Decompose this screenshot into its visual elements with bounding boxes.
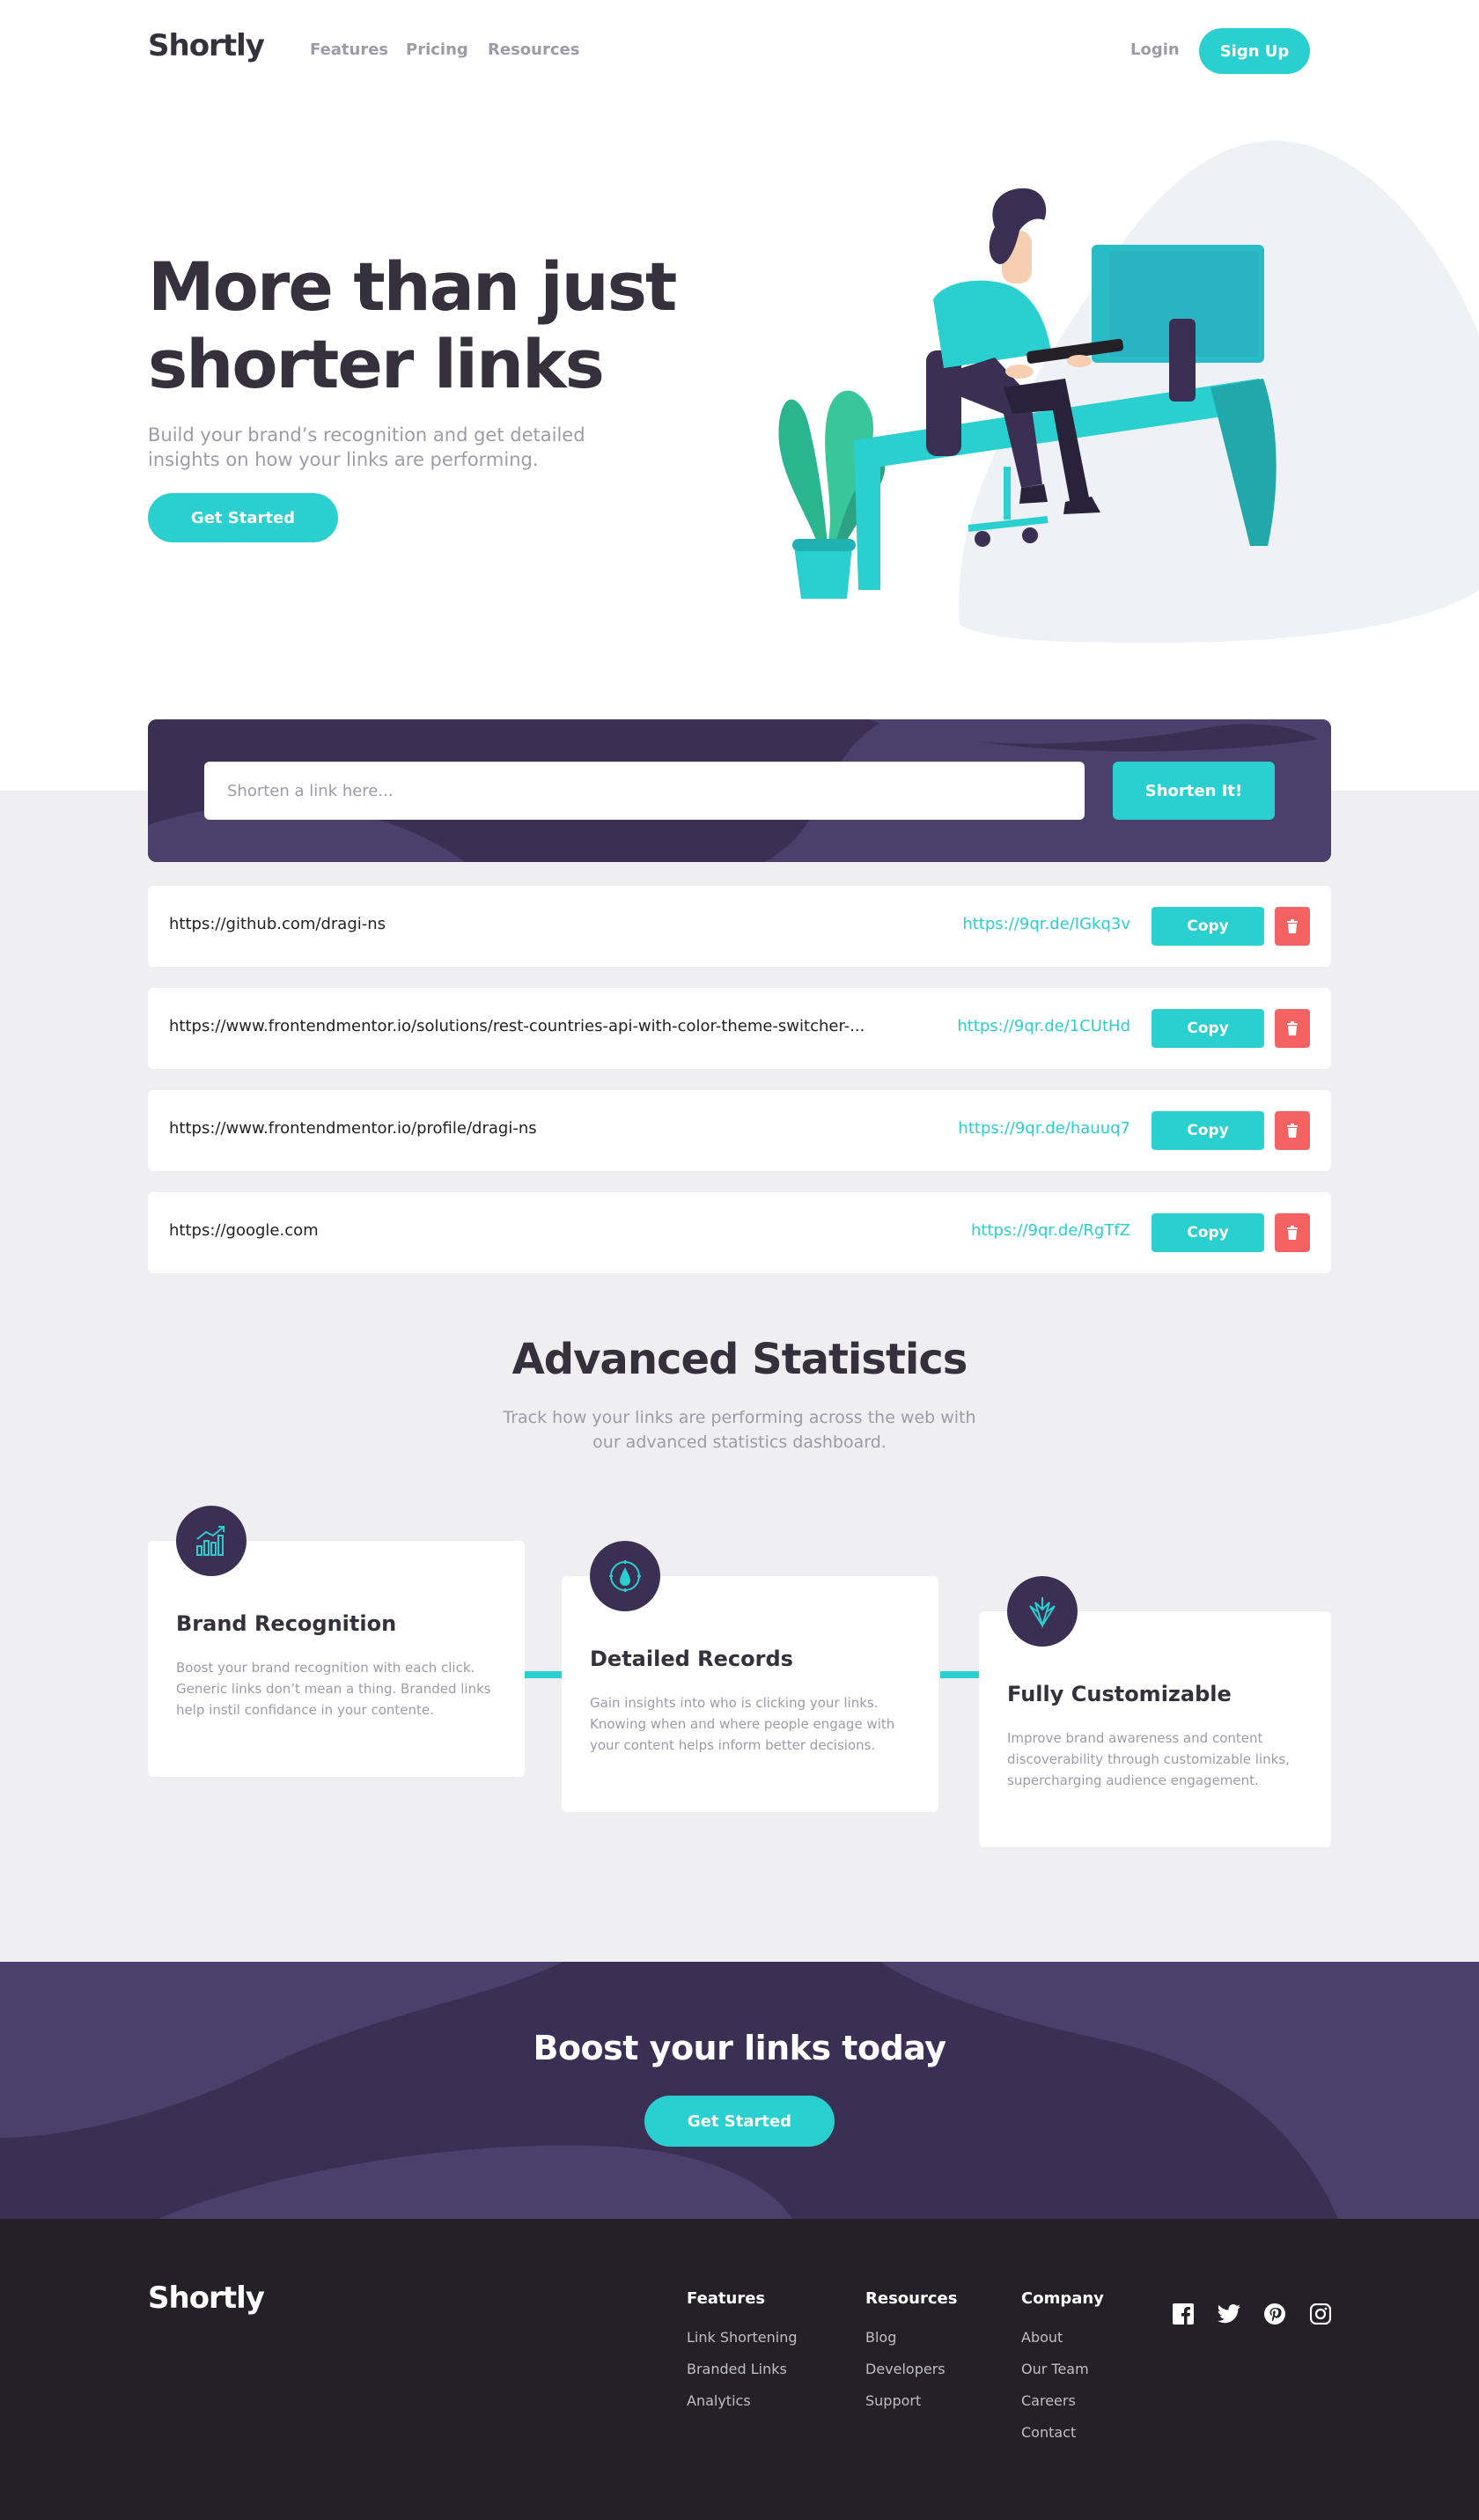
card-text: Gain insights into who is clicking your … xyxy=(590,1695,895,1753)
short-url[interactable]: https://9qr.de/1CUtHd xyxy=(957,1017,1130,1035)
feature-card: Fully Customizable Improve brand awarene… xyxy=(979,1576,1331,1847)
card-text: Boost your brand recognition with each c… xyxy=(176,1660,491,1718)
page: Shortly Features Pricing Resources Login… xyxy=(0,0,1479,2520)
card-title: Fully Customizable xyxy=(1007,1682,1232,1706)
card-title: Brand Recognition xyxy=(176,1611,397,1636)
footer-column-resources: Resources Blog Developers Support xyxy=(865,2289,957,2424)
delete-button[interactable] xyxy=(1275,1111,1310,1150)
footer-link[interactable]: Developers xyxy=(865,2361,957,2392)
original-url: https://google.com xyxy=(169,1221,319,1240)
pinterest-icon[interactable] xyxy=(1262,2302,1287,2326)
shorten-form: Shorten It! xyxy=(148,719,1331,862)
short-url[interactable]: https://9qr.de/RgTfZ xyxy=(971,1221,1130,1240)
boost-get-started-button[interactable]: Get Started xyxy=(644,2096,835,2147)
delete-button[interactable] xyxy=(1275,1213,1310,1252)
stats-title: Advanced Statistics xyxy=(511,1335,968,1384)
hero-subtitle: Build your brand’s recognition and get d… xyxy=(148,424,585,470)
footer-link[interactable]: Careers xyxy=(1021,2392,1104,2424)
card-title: Detailed Records xyxy=(590,1647,793,1671)
copy-button[interactable]: Copy xyxy=(1152,1213,1264,1252)
trash-icon xyxy=(1287,1226,1298,1240)
trash-icon xyxy=(1287,919,1298,933)
nav-pricing[interactable]: Pricing xyxy=(406,41,468,59)
link-row: https://www.frontendmentor.io/solutions/… xyxy=(148,988,1331,1069)
login-link[interactable]: Login xyxy=(1130,41,1180,59)
link-row: https://github.com/dragi-ns https://9qr.… xyxy=(148,886,1331,967)
boost-section: Boost your links today Get Started xyxy=(0,1962,1479,2219)
nav-features[interactable]: Features xyxy=(310,41,388,59)
footer: Shortly Features Link Shortening Branded… xyxy=(0,2219,1479,2520)
nav-resources[interactable]: Resources xyxy=(488,41,579,59)
footer-column-features: Features Link Shortening Branded Links A… xyxy=(687,2289,798,2424)
footer-link[interactable]: Analytics xyxy=(687,2392,798,2424)
footer-link[interactable]: Support xyxy=(865,2392,957,2424)
short-url[interactable]: https://9qr.de/hauuq7 xyxy=(958,1119,1130,1138)
working-illustration xyxy=(778,140,1479,644)
instagram-icon[interactable] xyxy=(1308,2302,1333,2326)
brush-icon xyxy=(1007,1576,1078,1647)
footer-link[interactable]: Link Shortening xyxy=(687,2329,798,2361)
footer-heading: Company xyxy=(1021,2289,1104,2308)
facebook-icon[interactable] xyxy=(1171,2302,1196,2326)
short-url[interactable]: https://9qr.de/IGkq3v xyxy=(962,915,1130,933)
stats-subtitle: Track how your links are performing acro… xyxy=(503,1408,976,1452)
shorten-button[interactable]: Shorten It! xyxy=(1113,762,1275,820)
signup-button[interactable]: Sign Up xyxy=(1199,28,1310,74)
trash-icon xyxy=(1287,1021,1298,1035)
gauge-icon xyxy=(590,1541,660,1611)
hero-get-started-button[interactable]: Get Started xyxy=(148,493,338,542)
footer-column-company: Company About Our Team Careers Contact xyxy=(1021,2289,1104,2456)
footer-link[interactable]: Blog xyxy=(865,2329,957,2361)
footer-heading: Features xyxy=(687,2289,766,2308)
original-url: https://www.frontendmentor.io/solutions/… xyxy=(169,1017,865,1035)
original-url: https://github.com/dragi-ns xyxy=(169,915,386,933)
link-row: https://google.com https://9qr.de/RgTfZ … xyxy=(148,1192,1331,1273)
delete-button[interactable] xyxy=(1275,907,1310,946)
cards-connector xyxy=(523,1671,562,1678)
boost-title: Boost your links today xyxy=(533,2029,946,2067)
feature-card: Brand Recognition Boost your brand recog… xyxy=(148,1506,525,1777)
boost-background-pattern xyxy=(0,1962,1479,2219)
copy-button[interactable]: Copy xyxy=(1152,1111,1264,1150)
chart-icon xyxy=(176,1506,246,1576)
delete-button[interactable] xyxy=(1275,1009,1310,1048)
footer-logo[interactable]: Shortly xyxy=(148,2281,265,2316)
copy-button[interactable]: Copy xyxy=(1152,907,1264,946)
copy-button[interactable]: Copy xyxy=(1152,1009,1264,1048)
footer-link[interactable]: About xyxy=(1021,2329,1104,2361)
footer-link[interactable]: Branded Links xyxy=(687,2361,798,2392)
logo[interactable]: Shortly xyxy=(148,28,265,63)
trash-icon xyxy=(1287,1124,1298,1138)
footer-heading: Resources xyxy=(865,2289,958,2308)
footer-link[interactable]: Our Team xyxy=(1021,2361,1104,2392)
shorten-url-input[interactable] xyxy=(204,762,1085,820)
original-url: https://www.frontendmentor.io/profile/dr… xyxy=(169,1119,537,1138)
card-text: Improve brand awareness and content disc… xyxy=(1007,1730,1290,1788)
cards-connector xyxy=(940,1671,979,1678)
footer-link[interactable]: Contact xyxy=(1021,2424,1104,2456)
hero-title: More than just shorter links xyxy=(148,247,677,403)
link-row: https://www.frontendmentor.io/profile/dr… xyxy=(148,1090,1331,1171)
twitter-icon[interactable] xyxy=(1217,2302,1241,2326)
feature-card: Detailed Records Gain insights into who … xyxy=(562,1541,938,1812)
